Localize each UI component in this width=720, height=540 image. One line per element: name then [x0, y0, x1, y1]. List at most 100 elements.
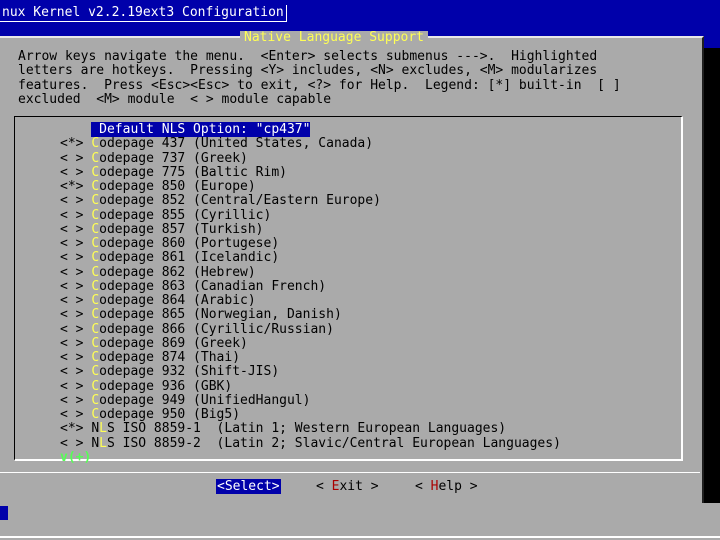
menu-item-hotkey: C	[91, 307, 100, 323]
menu-item-state: < >	[60, 335, 84, 351]
console-bottom	[0, 503, 720, 540]
exit-button[interactable]: < Exit >	[315, 479, 380, 494]
menu-item-hotkey: C	[91, 136, 100, 152]
menu-list: Default NLS Option: "cp437" <*> Codepage …	[60, 122, 561, 451]
bottom-line	[0, 536, 720, 538]
menu-item-state: < >	[60, 278, 84, 294]
menu-item[interactable]: Default NLS Option: "cp437"	[60, 122, 561, 137]
menu-item-label: odepage 949 (UnifiedHangul)	[99, 392, 311, 408]
button-bracket: >	[461, 479, 478, 494]
menu-item[interactable]: < > Codepage 949 (UnifiedHangul)	[60, 392, 561, 408]
menu-item-text: Codepage 869 (Greek)	[91, 336, 248, 351]
menu-item-hotkey: C	[91, 164, 100, 180]
menu-item-text: Codepage 950 (Big5)	[91, 407, 240, 422]
menu-item-state: < >	[60, 392, 84, 408]
menu-item[interactable]: < > Codepage 860 (Portugese)	[60, 236, 561, 251]
help-line: Arrow keys navigate the menu. <Enter> se…	[18, 49, 598, 64]
menu-item[interactable]: < > Codepage 950 (Big5)	[60, 407, 561, 422]
menu-item-prefix: N	[91, 435, 100, 451]
help-line: letters are hotkeys. Pressing <Y> includ…	[18, 63, 598, 79]
exit-label: xit	[339, 479, 363, 494]
menu-item-label: Default NLS Option: "cp437"	[91, 122, 311, 137]
menu-item[interactable]: < > Codepage 861 (Icelandic)	[60, 251, 561, 265]
menu-item[interactable]: < > Codepage 864 (Arabic)	[60, 293, 561, 308]
menu-item-hotkey: C	[91, 293, 100, 308]
menu-item[interactable]: < > NLS ISO 8859-2 (Latin 2; Slavic/Cent…	[60, 435, 561, 451]
button-bar: <Select> < Exit > < Help >	[0, 472, 700, 494]
more-indicator: v(+)	[60, 450, 92, 465]
help-label: elp	[438, 479, 462, 494]
menu-item-state: < >	[60, 378, 84, 394]
help-button[interactable]: < Help >	[414, 479, 479, 494]
menu-item-state: < >	[60, 264, 84, 280]
menu-item-hotkey: C	[91, 378, 100, 394]
button-bracket: >	[271, 479, 280, 494]
menu-item[interactable]: <*> NLS ISO 8859-1 (Latin 1; Western Eur…	[60, 422, 561, 436]
menu-item-state: < >	[60, 221, 84, 237]
help-text: Arrow keys navigate the menu. <Enter> se…	[18, 49, 698, 107]
menu-item-label: odepage 936 (GBK)	[99, 378, 233, 394]
menu-item[interactable]: < > Codepage 866 (Cyrillic/Russian)	[60, 321, 561, 337]
menu-item-label: odepage 866 (Cyrillic/Russian)	[99, 321, 334, 337]
menu-item[interactable]: < > Codepage 865 (Norwegian, Danish)	[60, 308, 561, 322]
menu-item-text: Codepage 737 (Greek)	[91, 151, 248, 166]
menu-item[interactable]: < > Codepage 863 (Canadian French)	[60, 278, 561, 294]
menu-item-hotkey: C	[91, 207, 100, 223]
menu-item-hotkey: C	[91, 264, 100, 280]
menu-item-hotkey: C	[91, 278, 100, 294]
menu-item[interactable]: < > Codepage 775 (Baltic Rim)	[60, 164, 561, 180]
menu-item-hotkey: C	[91, 335, 100, 351]
menu-item-text: Codepage 866 (Cyrillic/Russian)	[91, 322, 334, 337]
menu-item-hotkey: L	[99, 421, 107, 437]
select-button[interactable]: <Select>	[216, 479, 281, 494]
menu-item-label: odepage 850 (Europe)	[99, 179, 256, 194]
menu-item[interactable]: < > Codepage 874 (Thai)	[60, 350, 561, 365]
menu-item-state: < >	[60, 364, 84, 380]
menu-item-label: odepage 852 (Central/Eastern Europe)	[99, 193, 381, 209]
menu-item[interactable]: < > Codepage 936 (GBK)	[60, 378, 561, 394]
menu-item-text: Codepage 850 (Europe)	[91, 179, 255, 194]
menu-item-state: < >	[60, 250, 84, 266]
menu-item[interactable]: < > Codepage 852 (Central/Eastern Europe…	[60, 194, 561, 208]
menu-item-text: Codepage 864 (Arabic)	[91, 293, 255, 308]
menu-item-hotkey: C	[91, 150, 100, 166]
menu-item-hotkey: C	[91, 321, 100, 337]
menu-item-text: Codepage 860 (Portugese)	[91, 236, 279, 251]
backtitle: nux Kernel v2.2.19ext3 Configuration	[0, 5, 287, 22]
menu-item-text: NLS ISO 8859-1 (Latin 1; Western Europea…	[91, 421, 506, 436]
menu-item-state: < >	[60, 193, 84, 209]
menu-item-label: odepage 737 (Greek)	[99, 150, 248, 166]
menu-item-label: odepage 862 (Hebrew)	[99, 264, 256, 280]
menu-item-hotkey: C	[91, 236, 100, 251]
menu-item[interactable]: < > Codepage 869 (Greek)	[60, 335, 561, 351]
menu-item-state: < >	[60, 350, 84, 365]
menu-item-text: Codepage 437 (United States, Canada)	[91, 136, 373, 151]
menu-item-text: Codepage 852 (Central/Eastern Europe)	[91, 193, 381, 208]
menu-item[interactable]: < > Codepage 855 (Cyrillic)	[60, 208, 561, 223]
menu-item-state: < >	[60, 435, 84, 451]
menu-box: Default NLS Option: "cp437" <*> Codepage …	[14, 116, 683, 461]
menu-item-state: < >	[60, 321, 84, 337]
menu-item-state: < >	[60, 293, 84, 308]
menu-item-text: Codepage 863 (Canadian French)	[91, 279, 326, 294]
menu-item[interactable]: < > Codepage 862 (Hebrew)	[60, 264, 561, 280]
menu-item-label: odepage 861 (Icelandic)	[99, 250, 280, 266]
menu-item[interactable]: <*> Codepage 850 (Europe)	[60, 179, 561, 194]
menu-item-text: Codepage 857 (Turkish)	[91, 222, 263, 237]
menu-item-label: odepage 863 (Canadian French)	[99, 278, 327, 294]
help-line: excluded <M> module < > module capable	[18, 91, 332, 107]
backtitle-bar: nux Kernel v2.2.19ext3 Configuration	[0, 0, 720, 24]
dialog-shadow	[704, 48, 720, 518]
menu-item-state: <*>	[60, 136, 84, 152]
menu-item-text: Codepage 855 (Cyrillic)	[91, 208, 271, 223]
menu-item-hotkey: C	[91, 364, 100, 380]
menu-item-prefix: N	[91, 421, 100, 437]
menu-item[interactable]: <*> Codepage 437 (United States, Canada)	[60, 137, 561, 151]
menu-item-text: Codepage 936 (GBK)	[91, 379, 232, 394]
menu-item-state: < >	[60, 164, 84, 180]
menu-item[interactable]: < > Codepage 737 (Greek)	[60, 151, 561, 166]
menu-item-hotkey: L	[99, 435, 107, 451]
button-bracket: <	[217, 479, 225, 494]
menu-item[interactable]: < > Codepage 932 (Shift-JIS)	[60, 365, 561, 379]
menu-item[interactable]: < > Codepage 857 (Turkish)	[60, 221, 561, 237]
